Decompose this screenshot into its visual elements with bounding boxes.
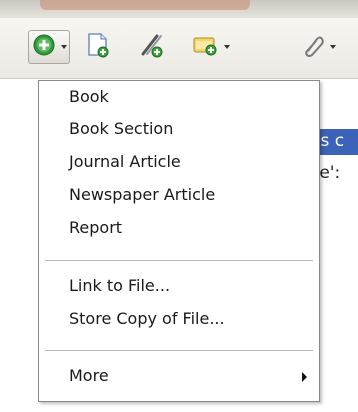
menu-item-more[interactable]: More (39, 363, 319, 389)
submenu-arrow-icon (302, 372, 307, 382)
menu-item-link-to-file[interactable]: Link to File... (39, 273, 319, 299)
new-item-menu: Book Book Section Journal Article Newspa… (38, 80, 320, 402)
new-note-button[interactable] (86, 30, 114, 64)
new-note-icon (86, 32, 110, 62)
menu-separator (45, 260, 313, 261)
chevron-down-icon (224, 45, 230, 49)
menu-item-more-label: More (69, 366, 109, 385)
new-collection-button[interactable] (192, 30, 240, 64)
paperclip-icon (302, 33, 324, 61)
attach-link-button[interactable] (137, 30, 167, 64)
menu-item-book-section[interactable]: Book Section (39, 116, 319, 142)
menu-item-store-copy-of-file[interactable]: Store Copy of File... (39, 306, 319, 332)
attach-link-icon (137, 32, 165, 62)
new-collection-icon (192, 33, 218, 61)
window-top-strip (0, 0, 358, 18)
menu-item-newspaper-article[interactable]: Newspaper Article (39, 182, 319, 208)
new-item-button[interactable] (28, 30, 70, 64)
add-item-icon (33, 34, 55, 60)
chevron-down-icon (61, 45, 67, 49)
window-title-accent (40, 0, 250, 10)
menu-item-journal-article[interactable]: Journal Article (39, 149, 319, 175)
attachment-button[interactable] (302, 30, 348, 64)
menu-item-report[interactable]: Report (39, 215, 319, 241)
chevron-down-icon (330, 45, 336, 49)
menu-separator (45, 350, 313, 351)
menu-item-book[interactable]: Book (39, 84, 319, 110)
toolbar (0, 18, 358, 79)
